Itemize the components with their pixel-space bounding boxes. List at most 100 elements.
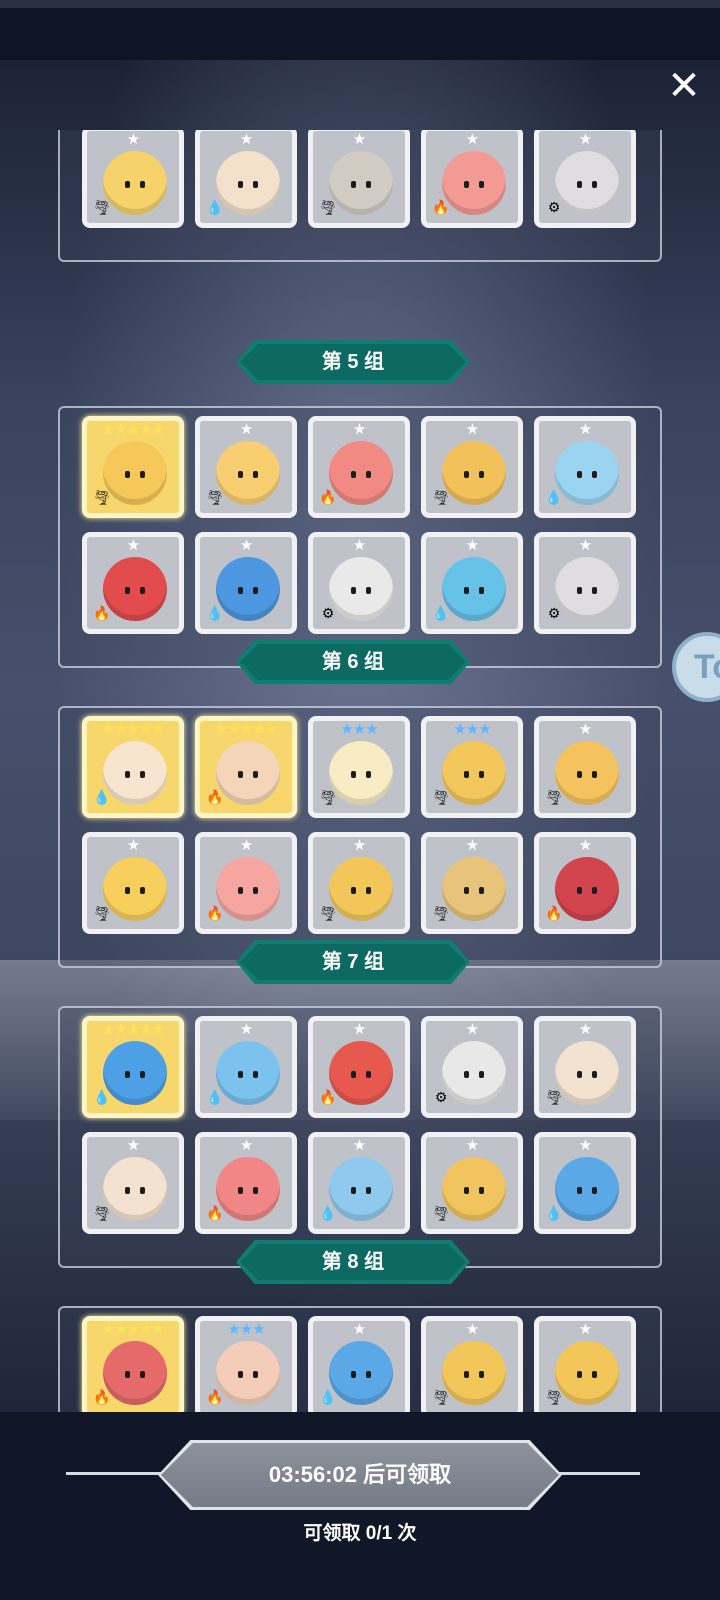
hero-card[interactable]: ★ 🔥 [421,130,523,228]
star-rating-icon: ★ [352,420,366,438]
star-rating-icon: ★ [465,836,479,854]
hero-card[interactable]: ★★★ 🔥 [195,1316,297,1412]
hero-card[interactable]: ★ 💧 [308,1316,410,1412]
fire-element-icon: 🔥 [432,200,450,216]
hero-card[interactable]: ★★★ 🌪 [421,716,523,818]
hero-portrait [216,857,280,921]
hero-card[interactable]: ★★★ 🌪 [308,716,410,818]
star-rating-icon: ★ [352,536,366,554]
star-rating-icon: ★ [465,1320,479,1338]
star-rating-icon: ★ [239,1136,253,1154]
hero-portrait [442,1041,506,1105]
hero-portrait [555,1341,619,1405]
hero-card[interactable]: ★ 🌪 [308,832,410,934]
hero-card[interactable]: ★ 🌪 [82,1132,184,1234]
group-scroll-list[interactable]: ★★★🔥★🌪★🔥★🌪★🌪★🌪★💧★🌪★🔥★⚙★★★★★🌪★🌪★🔥★🌪★💧★🔥★💧… [0,130,720,1412]
hero-card[interactable]: ★ 💧 [308,1132,410,1234]
star-rating-icon: ★ [578,130,592,148]
hero-card[interactable]: ★ 🌪 [82,832,184,934]
fire-element-icon: 🔥 [206,1206,224,1222]
hero-card[interactable]: ★ 🌪 [534,1316,636,1412]
hero-card[interactable]: ★ 🌪 [421,416,523,518]
hero-card[interactable]: ★ 🌪 [421,1132,523,1234]
hero-card[interactable]: ★ 🌪 [421,832,523,934]
hero-portrait [103,441,167,505]
group-panel: ★★★🔥★🌪★🔥★🌪★🌪★🌪★💧★🌪★🔥★⚙ [58,130,662,262]
hero-card[interactable]: ★ 🔥 [534,832,636,934]
star-rating-icon: ★ [465,130,479,148]
hero-portrait [216,151,280,215]
hero-card[interactable]: ★ ⚙ [308,532,410,634]
hero-card[interactable]: ★★★★★ 🌪 [82,416,184,518]
hero-portrait [103,557,167,621]
hero-card[interactable]: ★ 🔥 [195,832,297,934]
fire-element-icon: 🔥 [545,906,563,922]
hero-grid: ★★★★★ 💧 ★★★★★ 🔥 ★★★ 🌪 ★★★ 🌪 ★ 🌪 ★ 🌪 ★ 🔥 ★ 🌪 ★ 🌪 ★ 🔥 [82,716,636,934]
star-rating-icon: ★ [465,1136,479,1154]
close-icon[interactable]: ✕ [664,66,704,106]
hero-portrait [329,857,393,921]
group-label-banner: 第 6 组 [236,640,470,684]
hero-card[interactable]: ★★★★★ 🔥 [82,1316,184,1412]
water-element-icon: 💧 [206,200,224,216]
hero-card[interactable]: ★ 💧 [534,416,636,518]
hero-card[interactable]: ★ 🔥 [308,1016,410,1118]
group-panel: ★★★★★ 💧 ★★★★★ 🔥 ★★★ 🌪 ★★★ 🌪 ★ 🌪 ★ 🌪 ★ 🔥 ★ 🌪 ★ 🌪 ★ 🔥 [58,706,662,968]
hero-card[interactable]: ★ 🌪 [308,130,410,228]
star-rating-icon: ★ [578,1136,592,1154]
light-element-icon: ⚙ [547,606,561,622]
water-element-icon: 💧 [319,1206,337,1222]
fire-element-icon: 🔥 [319,490,337,506]
hero-portrait [216,1157,280,1221]
hero-card[interactable]: ★ ⚙ [534,532,636,634]
hero-portrait [103,151,167,215]
hero-grid: ★★★★★ 💧 ★ 💧 ★ 🔥 ★ ⚙ ★ 🌪 ★ 🌪 ★ 🔥 ★ 💧 ★ 🌪 ★ 💧 [82,1016,636,1234]
star-rating-icon: ★ [239,536,253,554]
hero-portrait [555,151,619,215]
hero-card[interactable]: ★ 💧 [195,1016,297,1118]
group-label-text: 第 8 组 [240,1244,466,1280]
water-element-icon: 💧 [93,790,111,806]
hero-card[interactable]: ★ 💧 [195,130,297,228]
hero-portrait [216,1341,280,1405]
star-rating-icon: ★ [578,536,592,554]
claim-button-label: 03:56:02 后可领取 [161,1443,559,1507]
hero-card[interactable]: ★ 🔥 [308,416,410,518]
status-bar [0,0,720,8]
hero-grid: ★★★★★ 🔥 ★★★ 🔥 ★ 💧 ★ 🌪 ★ 🌪 [82,1316,636,1412]
hero-card[interactable]: ★★★★★ 💧 [82,716,184,818]
star-rating-icon: ★ [465,1020,479,1038]
hero-card[interactable]: ★★★★★ 🔥 [195,716,297,818]
hero-card[interactable]: ★ 🔥 [82,532,184,634]
star-rating-icon: ★ [352,1136,366,1154]
hero-card[interactable]: ★ 🌪 [534,1016,636,1118]
hero-card[interactable]: ★ 💧 [421,532,523,634]
claim-button[interactable]: 03:56:02 后可领取 [158,1440,562,1510]
hero-card[interactable]: ★ 🌪 [421,1316,523,1412]
hero-card[interactable]: ★ 💧 [534,1132,636,1234]
hero-portrait [103,1341,167,1405]
hero-card[interactable]: ★ ⚙ [534,130,636,228]
wind-element-icon: 🌪 [93,200,111,216]
wind-element-icon: 🌪 [432,790,450,806]
hero-card[interactable]: ★ 🔥 [195,1132,297,1234]
group-panel: ★★★★★ 🔥 ★★★ 🔥 ★ 💧 ★ 🌪 ★ 🌪 [58,1306,662,1412]
star-rating-icon: ★ [352,1020,366,1038]
hero-card[interactable]: ★ ⚙ [421,1016,523,1118]
water-element-icon: 💧 [319,1390,337,1406]
wind-element-icon: 🌪 [93,1206,111,1222]
hero-card[interactable]: ★ 🌪 [82,130,184,228]
hero-card[interactable]: ★ 🌪 [534,716,636,818]
hero-card[interactable]: ★ 🌪 [195,416,297,518]
water-element-icon: 💧 [206,606,224,622]
hero-card[interactable]: ★★★★★ 💧 [82,1016,184,1118]
water-element-icon: 💧 [432,606,450,622]
star-rating-icon: ★★★★★ [214,720,278,738]
hero-card[interactable]: ★ 💧 [195,532,297,634]
hero-portrait [216,1041,280,1105]
light-element-icon: ⚙ [547,200,561,216]
hero-portrait [442,151,506,215]
wind-element-icon: 🌪 [545,1090,563,1106]
light-element-icon: ⚙ [434,1090,448,1106]
wind-element-icon: 🌪 [206,490,224,506]
